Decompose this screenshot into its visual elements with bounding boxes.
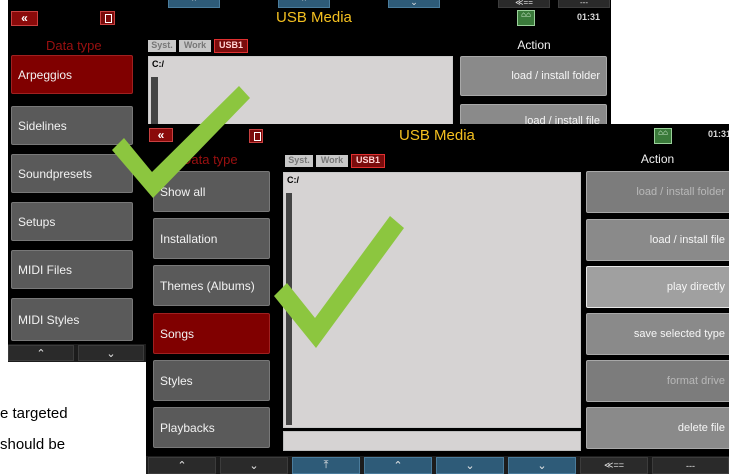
front-tab-syst[interactable]: Syst. [285,155,313,167]
trash-icon[interactable] [100,11,115,25]
sidebar-item-midi-styles[interactable]: MIDI Styles [11,298,133,341]
sidebar-item-songs[interactable]: Songs [153,313,270,354]
front-format-drive-button[interactable]: format drive [586,360,729,402]
sidebar-item-midi-files[interactable]: MIDI Files [11,250,133,289]
back-nav-down-button[interactable]: ⌄ [78,345,144,361]
front-nav-down-button[interactable]: ⌄ [220,457,288,474]
tab-work[interactable]: Work [179,40,211,52]
front-title: USB Media [399,127,475,144]
front-action-title: Action [640,152,675,166]
front-nav-dash-button[interactable]: --- [652,457,729,474]
back-arrow-button[interactable]: « [11,11,38,26]
strip-up-button-2[interactable]: ⌃ [278,0,330,8]
tab-usb1[interactable]: USB1 [214,39,248,53]
strip-dash-button[interactable]: --- [558,0,610,8]
caption-line-1: e targeted [0,405,68,422]
back-top-strip: ⌃ ⌃ ⌄ ≪== --- [168,0,611,9]
strip-up-button[interactable]: ⌃ [168,0,220,8]
back-load-install-folder-button[interactable]: load / install folder [460,56,607,96]
front-load-install-folder-button[interactable]: load / install folder [586,171,729,213]
home-icon[interactable]: ⌂⌂ [517,10,535,26]
front-nav-page-down-button[interactable]: ⌄ [436,457,504,474]
front-time: 01:31 [708,129,729,139]
front-tab-work[interactable]: Work [316,155,348,167]
front-home-icon[interactable]: ⌂⌂ [654,128,672,144]
back-path-label: C:/ [152,59,164,69]
back-data-type-label: Data type [46,38,102,53]
sidebar-item-styles[interactable]: Styles [153,360,270,401]
front-nav-up-button[interactable]: ⌃ [148,457,216,474]
sidebar-item-playbacks[interactable]: Playbacks [153,407,270,448]
front-nav-bar: ⌃ ⌄ ⤒ ⌃ ⌄ ⌄ ≪== --- [146,456,729,474]
checkmark-icon [112,86,250,198]
back-action-title: Action [517,38,551,52]
sidebar-item-themes-albums[interactable]: Themes (Albums) [153,265,270,306]
checkmark-icon-2 [274,216,404,348]
front-path-label: C:/ [287,175,299,185]
tab-syst[interactable]: Syst. [148,40,176,52]
front-load-install-file-button[interactable]: load / install file [586,219,729,261]
sidebar-item-installation[interactable]: Installation [153,218,270,259]
front-play-directly-button[interactable]: play directly [586,266,729,308]
back-title: USB Media [276,9,352,26]
front-nav-bottom-button[interactable]: ⌄ [508,457,576,474]
front-tab-usb1[interactable]: USB1 [351,154,385,168]
front-nav-page-up-button[interactable]: ⌃ [364,457,432,474]
front-nav-top-button[interactable]: ⤒ [292,457,360,474]
back-titlebar: « USB Media ⌂⌂ 01:31 [8,9,611,29]
strip-back-button[interactable]: ≪== [498,0,550,8]
front-list-footer [283,431,581,451]
back-nav-up-button[interactable]: ⌃ [8,345,74,361]
front-nav-back-button[interactable]: ≪== [580,457,648,474]
front-save-selected-type-button[interactable]: save selected type [586,313,729,355]
back-time: 01:31 [577,12,601,22]
caption-line-2: should be [0,436,66,453]
strip-down-button[interactable]: ⌄ [388,0,440,8]
back-nav-bar: ⌃ ⌄ [8,344,148,362]
front-delete-file-button[interactable]: delete file [586,407,729,449]
